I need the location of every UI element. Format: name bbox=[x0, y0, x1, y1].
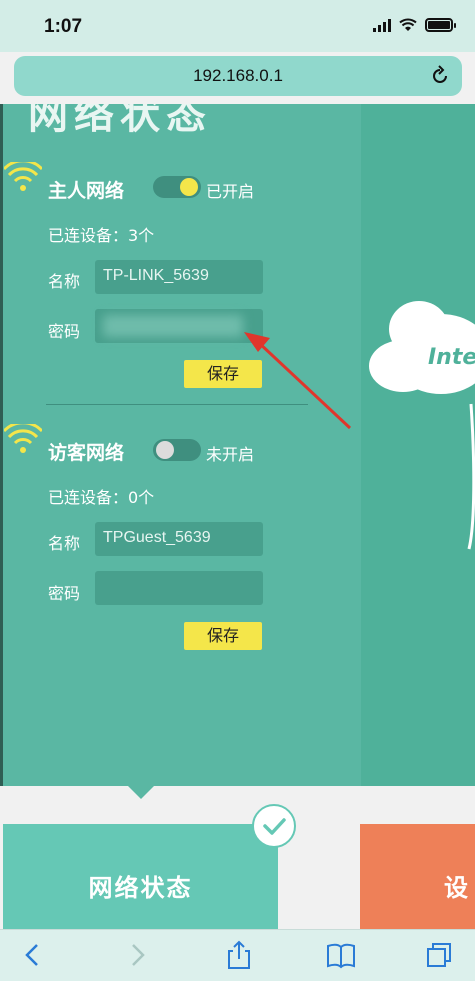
forward-icon[interactable] bbox=[122, 940, 152, 970]
share-icon[interactable] bbox=[224, 940, 254, 970]
tabs-icon[interactable] bbox=[424, 940, 454, 970]
browser-toolbar bbox=[0, 929, 475, 981]
back-icon[interactable] bbox=[18, 940, 48, 970]
active-tab-pointer bbox=[127, 785, 155, 799]
check-icon bbox=[252, 804, 296, 848]
tile-settings-label: 设 bbox=[444, 874, 468, 902]
bookmarks-icon[interactable] bbox=[326, 940, 356, 970]
tile-network-status-label: 网络状态 bbox=[88, 874, 193, 902]
